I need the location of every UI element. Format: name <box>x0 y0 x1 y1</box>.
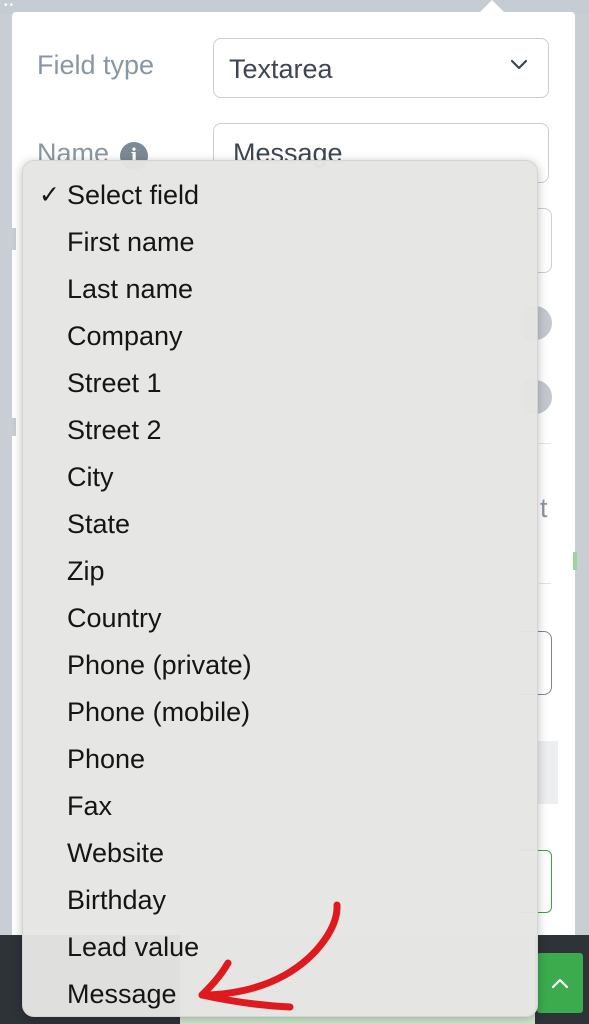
field-type-select[interactable]: Textarea <box>213 38 549 98</box>
dropdown-option[interactable]: State <box>23 501 537 548</box>
checkmark-icon: ✓ <box>39 181 60 209</box>
drag-handle-icon[interactable]: •• <box>4 1 15 11</box>
chevron-down-icon <box>510 59 528 70</box>
dropdown-option-label: Birthday <box>67 885 167 915</box>
chevron-up-icon <box>551 978 569 989</box>
dropdown-option[interactable]: Zip <box>23 548 537 595</box>
dropdown-option-label: Phone <box>67 744 146 774</box>
background-accent <box>573 552 577 570</box>
divider <box>539 583 551 584</box>
background-edge <box>12 418 16 436</box>
dropdown-option[interactable]: Company <box>23 313 537 360</box>
dropdown-option[interactable]: Country <box>23 595 537 642</box>
dropdown-option[interactable]: Street 1 <box>23 360 537 407</box>
field-type-value: Textarea <box>229 54 333 84</box>
dropdown-option[interactable]: Website <box>23 830 537 877</box>
field-type-label: Field type <box>37 50 155 80</box>
background-edge <box>12 228 16 250</box>
dropdown-option[interactable]: ✓ Select field <box>23 172 537 219</box>
dropdown-option[interactable]: Phone (private) <box>23 642 537 689</box>
dropdown-option-label: Phone (mobile) <box>67 697 251 727</box>
dropdown-option[interactable]: First name <box>23 219 537 266</box>
field-mapping-dropdown[interactable]: ✓ Select field First name Last name Company S… <box>22 160 538 1017</box>
dropdown-option[interactable]: Phone <box>23 736 537 783</box>
dropdown-option[interactable]: Fax <box>23 783 537 830</box>
dropdown-option[interactable]: Last name <box>23 266 537 313</box>
dropdown-option-label: Phone (private) <box>67 650 252 680</box>
dropdown-option-label: Company <box>67 321 183 351</box>
dropdown-option-label: Last name <box>67 274 194 304</box>
panel-caret-icon <box>478 0 506 14</box>
dropdown-option-label: Website <box>67 838 165 868</box>
dropdown-option-label: Street 1 <box>67 368 162 398</box>
scroll-up-button[interactable] <box>537 953 583 1013</box>
dropdown-option-label: Fax <box>67 791 113 821</box>
dropdown-option-label: Lead value <box>67 932 200 962</box>
red-arrow-annotation <box>198 901 341 1011</box>
dropdown-option-label: Street 2 <box>67 415 162 445</box>
background-text-fragment: t <box>540 493 548 523</box>
dropdown-option-label: State <box>67 509 131 539</box>
dropdown-option[interactable]: City <box>23 454 537 501</box>
dropdown-option-label: Message <box>67 979 177 1009</box>
dropdown-option-list: ✓ Select field First name Last name Company S… <box>23 172 537 1018</box>
dropdown-option-label: City <box>67 462 114 492</box>
dropdown-option-label: First name <box>67 227 195 257</box>
dropdown-option[interactable]: Street 2 <box>23 407 537 454</box>
divider <box>539 443 551 444</box>
dropdown-option-label: Country <box>67 603 162 633</box>
dropdown-option[interactable]: Phone (mobile) <box>23 689 537 736</box>
dropdown-option-label: Select field <box>67 180 200 210</box>
dropdown-option-label: Zip <box>67 556 105 586</box>
